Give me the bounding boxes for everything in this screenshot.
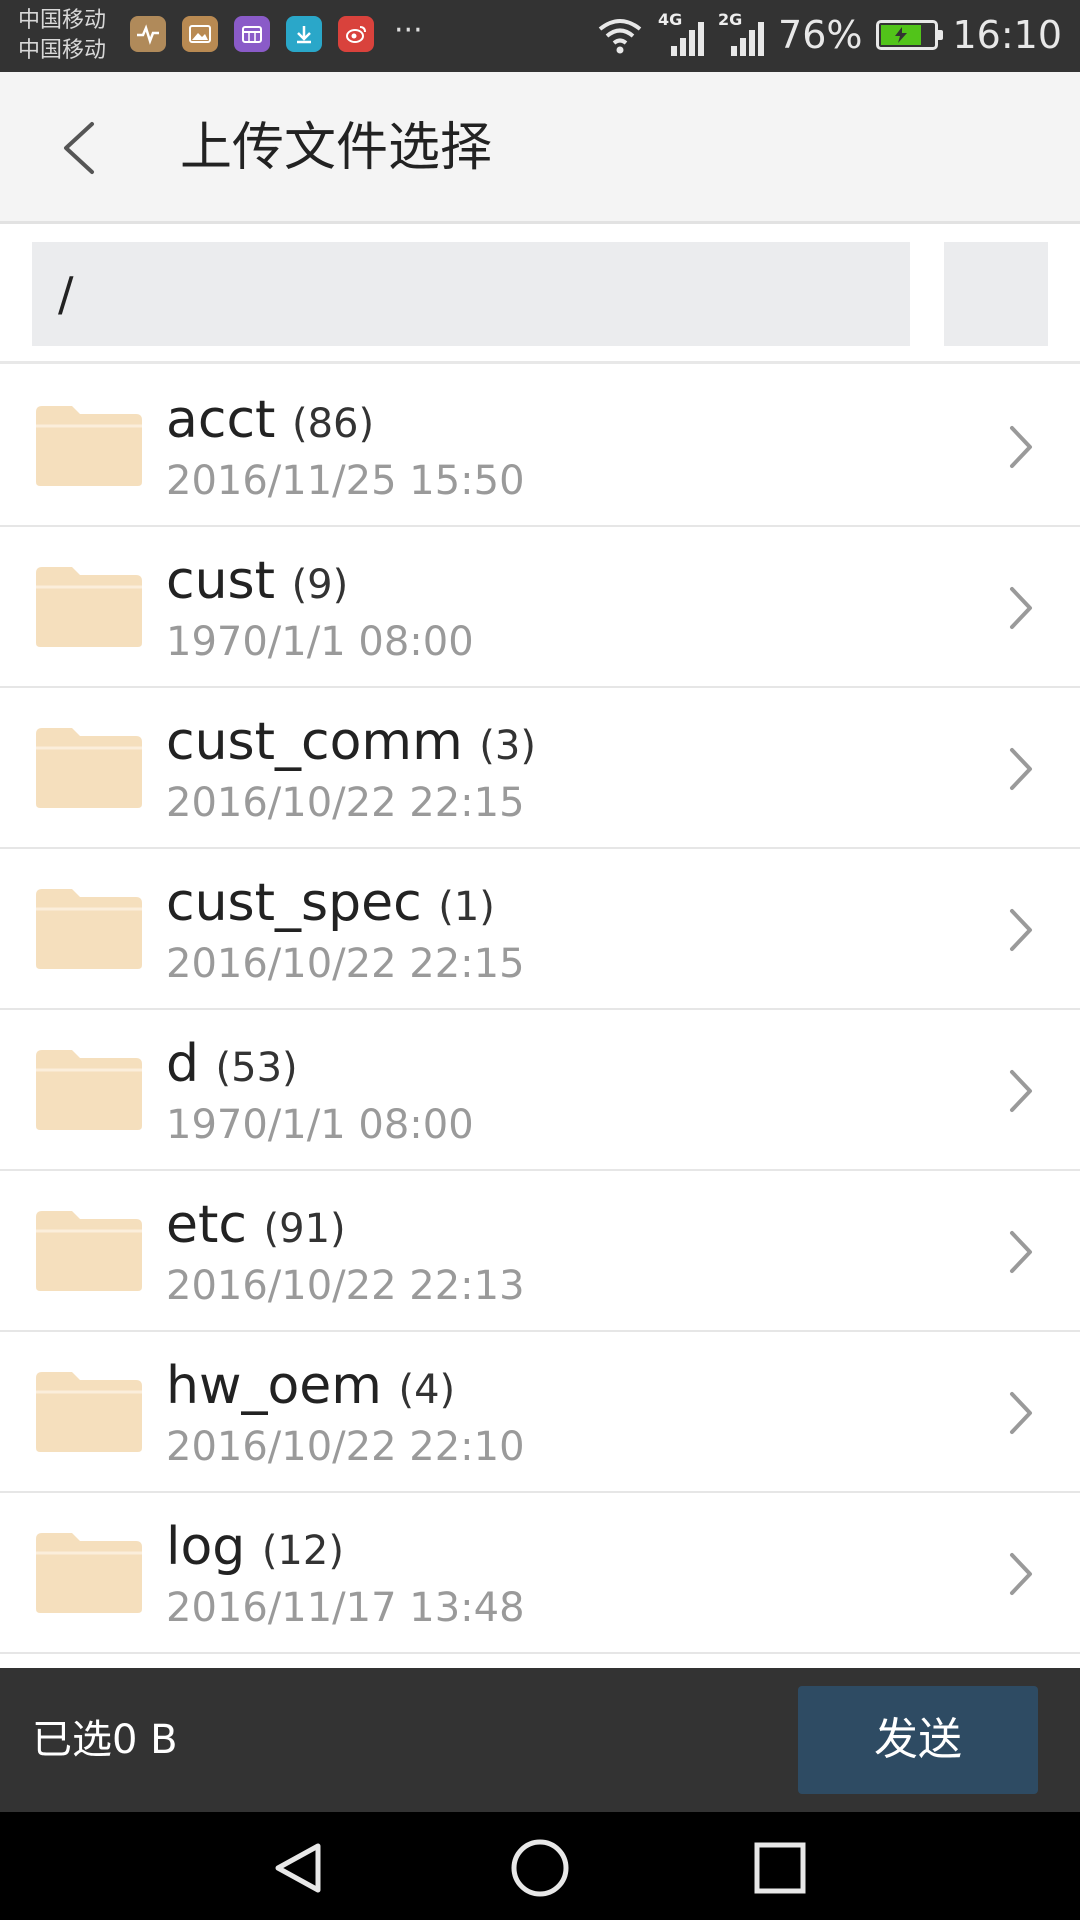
- file-date: 2016/10/22 22:15: [166, 941, 525, 987]
- file-row[interactable]: log (12) 2016/11/17 13:48: [0, 1493, 1080, 1654]
- file-name-text: cust_spec: [166, 873, 422, 933]
- file-item-count: (12): [261, 1528, 344, 1574]
- chevron-right-icon: [1010, 1231, 1032, 1273]
- chevron-right-icon: [1010, 426, 1032, 468]
- action-bar: 已选0 B 发送: [0, 1668, 1080, 1812]
- file-item-count: (4): [398, 1367, 456, 1413]
- file-item-count: (1): [438, 884, 495, 930]
- battery-icon: [876, 20, 944, 50]
- file-row[interactable]: cust_comm (3) 2016/10/22 22:15: [0, 688, 1080, 849]
- folder-icon: [34, 724, 144, 810]
- charging-icon: [895, 27, 908, 43]
- gallery-icon: [182, 16, 218, 52]
- signal-2g-icon: 2G: [718, 10, 765, 58]
- folder-icon: [34, 1046, 144, 1132]
- folder-icon: [34, 563, 144, 649]
- more-notifications-icon: ···: [394, 13, 423, 48]
- file-row[interactable]: hw_oem (4) 2016/10/22 22:10: [0, 1332, 1080, 1493]
- file-date: 2016/10/22 22:10: [166, 1424, 525, 1470]
- file-date: 1970/1/1 08:00: [166, 619, 474, 665]
- file-list: acct (86) 2016/11/25 15:50 cust (9) 1970/1/…: [0, 366, 1080, 1654]
- chevron-right-icon: [1010, 1392, 1032, 1434]
- file-date: 2016/10/22 22:13: [166, 1263, 525, 1309]
- file-name-text: log: [166, 1517, 246, 1577]
- file-name: log (12): [166, 1515, 344, 1583]
- nav-recents-button[interactable]: [748, 1838, 812, 1898]
- folder-icon: [34, 1529, 144, 1615]
- file-item-count: (91): [263, 1206, 346, 1252]
- battery-level: [881, 25, 921, 45]
- page-title: 上传文件选择: [180, 118, 493, 178]
- file-item-count: (86): [291, 401, 375, 447]
- folder-icon: [34, 1368, 144, 1454]
- nav-home-button[interactable]: [508, 1838, 572, 1898]
- file-row[interactable]: acct (86) 2016/11/25 15:50: [0, 366, 1080, 527]
- selected-size: 已选0 B: [32, 1717, 178, 1763]
- send-button[interactable]: 发送: [798, 1686, 1038, 1794]
- nav-recents-icon: [754, 1842, 806, 1894]
- file-item-count: (9): [291, 562, 349, 608]
- file-name: cust (9): [166, 549, 348, 617]
- back-button[interactable]: [50, 112, 120, 184]
- file-name-text: cust: [166, 551, 276, 611]
- file-name: acct (86): [166, 388, 374, 456]
- file-name: hw_oem (4): [166, 1354, 455, 1422]
- chevron-right-icon: [1010, 909, 1032, 951]
- download-icon: [286, 16, 322, 52]
- file-date: 2016/10/22 22:15: [166, 780, 525, 826]
- notification-icons: ···: [130, 16, 423, 52]
- weibo-icon: [338, 16, 374, 52]
- file-row[interactable]: d (53) 1970/1/1 08:00: [0, 1010, 1080, 1171]
- chevron-right-icon: [1010, 1553, 1032, 1595]
- file-name-text: hw_oem: [166, 1356, 382, 1416]
- file-name: d (53): [166, 1032, 298, 1100]
- signal-4g-icon: 4G: [658, 10, 705, 58]
- folder-icon: [34, 1207, 144, 1293]
- chevron-right-icon: [1010, 1070, 1032, 1112]
- file-item-count: (3): [479, 723, 536, 769]
- title-bar: 上传文件选择: [0, 72, 1080, 224]
- chevron-right-icon: [1010, 587, 1032, 629]
- file-name-text: d: [166, 1034, 200, 1094]
- file-date: 2016/11/25 15:50: [166, 458, 525, 504]
- file-name-text: cust_comm: [166, 712, 463, 772]
- file-name: cust_spec (1): [166, 871, 495, 939]
- carrier-2: 中国移动: [18, 38, 107, 63]
- chevron-right-icon: [1010, 748, 1032, 790]
- file-row[interactable]: etc (91) 2016/10/22 22:13: [0, 1171, 1080, 1332]
- clock: 16:10: [952, 13, 1062, 57]
- file-row[interactable]: cust (9) 1970/1/1 08:00: [0, 527, 1080, 688]
- navigation-bar: [0, 1812, 1080, 1920]
- nav-back-button[interactable]: [268, 1838, 332, 1898]
- folder-icon: [34, 885, 144, 971]
- file-row[interactable]: cust_spec (1) 2016/10/22 22:15: [0, 849, 1080, 1010]
- nav-back-icon: [275, 1843, 321, 1893]
- wifi-icon: [598, 19, 642, 54]
- battery-percent: 76%: [778, 13, 863, 57]
- file-name: cust_comm (3): [166, 710, 536, 778]
- file-name-text: acct: [166, 390, 276, 450]
- file-date: 2016/11/17 13:48: [166, 1585, 525, 1631]
- status-indicators: 4G 2G 76% 16:10: [596, 10, 1062, 58]
- current-path[interactable]: /: [32, 242, 910, 346]
- file-name: etc (91): [166, 1193, 346, 1261]
- file-item-count: (53): [215, 1045, 298, 1091]
- folder-icon: [34, 402, 144, 488]
- status-bar: 中国移动 中国移动 ··· 4G 2G 76% 16:10: [0, 0, 1080, 72]
- file-name-text: etc: [166, 1195, 247, 1255]
- calendar-icon: [234, 16, 270, 52]
- file-date: 1970/1/1 08:00: [166, 1102, 474, 1148]
- path-action-button[interactable]: [944, 242, 1048, 346]
- back-chevron-icon: [64, 122, 94, 174]
- carrier-1: 中国移动: [18, 8, 107, 33]
- nav-home-icon: [511, 1839, 569, 1897]
- path-row: /: [0, 224, 1080, 364]
- health-icon: [130, 16, 166, 52]
- carrier-labels: 中国移动 中国移动: [18, 6, 106, 66]
